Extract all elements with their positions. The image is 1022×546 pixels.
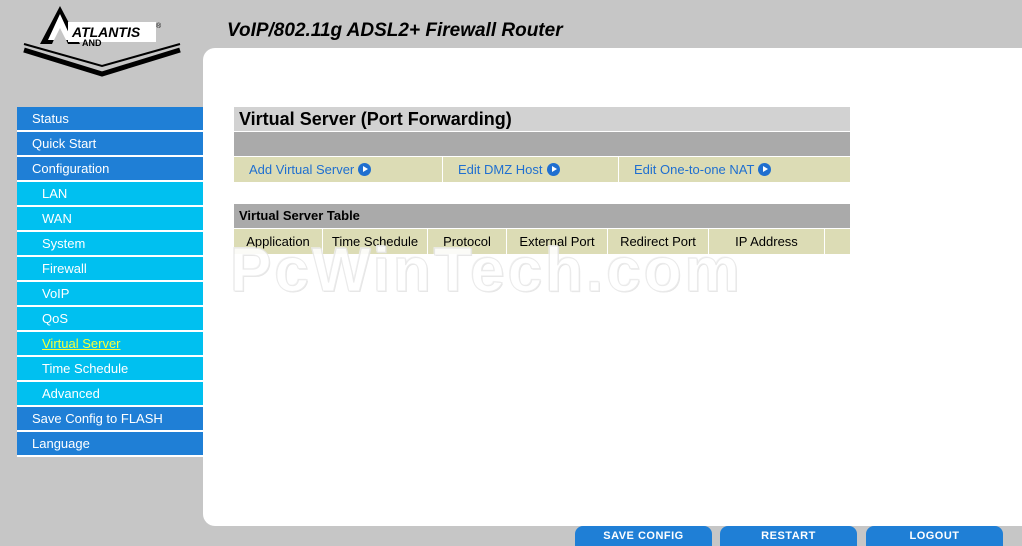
watermark: PcWinTech.com bbox=[230, 236, 743, 306]
sidebar-item-configuration[interactable]: Configuration bbox=[17, 157, 203, 182]
sidebar-item-lan[interactable]: LAN bbox=[17, 182, 203, 207]
sidebar-item-save-config[interactable]: Save Config to FLASH bbox=[17, 407, 203, 432]
edit-one-to-one-nat-label: Edit One-to-one NAT bbox=[634, 162, 755, 177]
product-title: VoIP/802.11g ADSL2+ Firewall Router bbox=[227, 20, 563, 41]
header-bar bbox=[234, 132, 850, 156]
sidebar-item-system[interactable]: System bbox=[17, 232, 203, 257]
save-config-button[interactable]: SAVE CONFIG bbox=[575, 526, 712, 546]
arrow-right-icon bbox=[758, 163, 772, 176]
column-action bbox=[825, 229, 850, 254]
sidebar-item-virtual-server[interactable]: Virtual Server bbox=[17, 332, 203, 357]
edit-one-to-one-nat-link[interactable]: Edit One-to-one NAT bbox=[619, 157, 850, 182]
logout-button[interactable]: LOGOUT bbox=[866, 526, 1003, 546]
action-row: Add Virtual Server Edit DMZ Host Edit On… bbox=[234, 156, 850, 182]
restart-button[interactable]: RESTART bbox=[720, 526, 857, 546]
table-title: Virtual Server Table bbox=[234, 204, 850, 228]
sidebar-item-qos[interactable]: QoS bbox=[17, 307, 203, 332]
edit-dmz-host-label: Edit DMZ Host bbox=[458, 162, 543, 177]
sidebar-item-quick-start[interactable]: Quick Start bbox=[17, 132, 203, 157]
sidebar-item-firewall[interactable]: Firewall bbox=[17, 257, 203, 282]
sidebar-nav: Status Quick Start Configuration LAN WAN… bbox=[17, 107, 203, 457]
sidebar-item-wan[interactable]: WAN bbox=[17, 207, 203, 232]
svg-text:AND: AND bbox=[82, 38, 102, 48]
atlantis-logo: ATLANTIS ® AND bbox=[22, 4, 182, 78]
main-content: Virtual Server (Port Forwarding) Add Vir… bbox=[234, 107, 850, 254]
sidebar-item-language[interactable]: Language bbox=[17, 432, 203, 457]
sidebar-item-status[interactable]: Status bbox=[17, 107, 203, 132]
sidebar-item-voip[interactable]: VoIP bbox=[17, 282, 203, 307]
edit-dmz-host-link[interactable]: Edit DMZ Host bbox=[443, 157, 619, 182]
arrow-right-icon bbox=[358, 163, 372, 176]
arrow-right-icon bbox=[546, 163, 560, 176]
page-title: Virtual Server (Port Forwarding) bbox=[234, 107, 850, 131]
sidebar-item-advanced[interactable]: Advanced bbox=[17, 382, 203, 407]
sidebar-item-time-schedule[interactable]: Time Schedule bbox=[17, 357, 203, 382]
svg-text:®: ® bbox=[156, 22, 162, 30]
add-virtual-server-label: Add Virtual Server bbox=[249, 162, 355, 177]
add-virtual-server-link[interactable]: Add Virtual Server bbox=[234, 157, 443, 182]
